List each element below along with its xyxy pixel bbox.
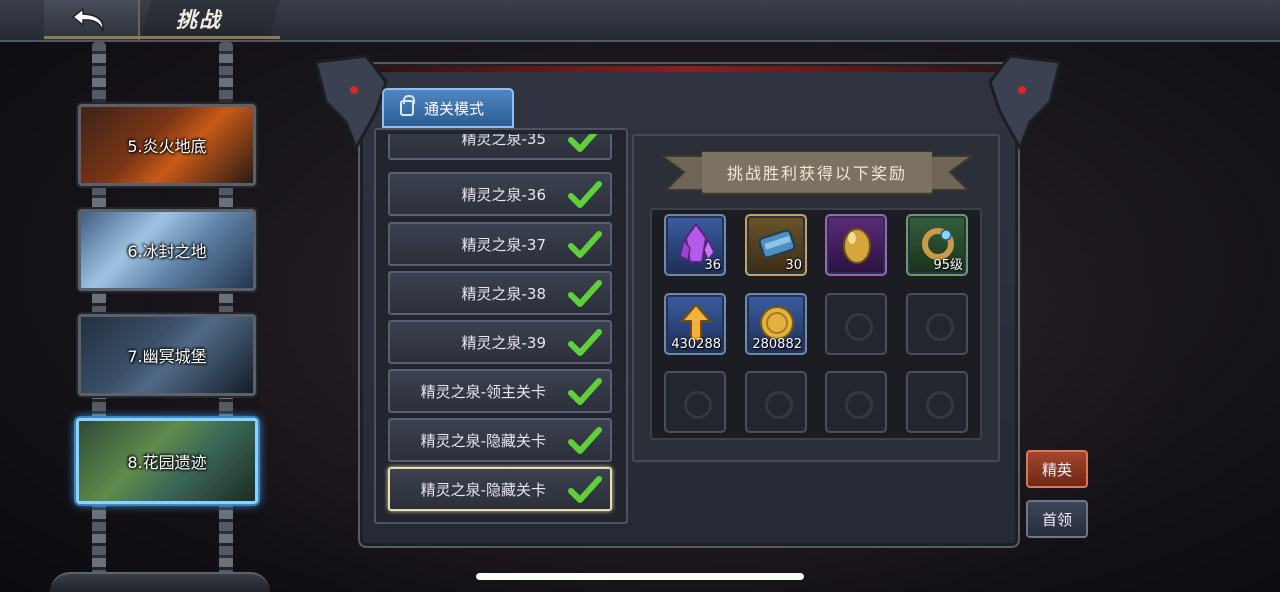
check-icon	[568, 280, 602, 307]
empty-reward-slot	[825, 371, 887, 433]
level-item[interactable]: 精灵之泉-35	[388, 134, 612, 160]
check-icon	[568, 329, 602, 356]
golden-egg-icon	[843, 228, 871, 264]
back-button[interactable]	[44, 0, 140, 40]
reward-quantity: 430288	[671, 337, 721, 352]
check-icon	[568, 181, 602, 208]
reward-quantity: 280882	[752, 337, 802, 352]
reward-slot[interactable]	[825, 214, 887, 276]
level-label: 精灵之泉-隐藏关卡	[420, 480, 546, 499]
level-item[interactable]: 精灵之泉-领主关卡	[388, 369, 612, 413]
reward-slot[interactable]: 280882	[745, 293, 807, 355]
level-label: 精灵之泉-35	[461, 134, 547, 148]
back-arrow-icon	[71, 7, 104, 32]
empty-reward-slot	[906, 293, 968, 355]
level-label: 精灵之泉-36	[461, 185, 547, 204]
level-label: 精灵之泉-38	[461, 284, 547, 303]
level-list[interactable]: 精灵之泉-35 精灵之泉-36 精灵之泉-37 精灵之泉-38 精灵之泉-39 …	[384, 134, 620, 520]
reward-quantity: 30	[785, 258, 802, 273]
level-item[interactable]: 精灵之泉-隐藏关卡	[388, 418, 612, 462]
check-icon	[568, 378, 602, 405]
clear-mode-tab[interactable]: 通关模式	[382, 88, 514, 128]
empty-reward-slot	[825, 293, 887, 355]
panel-top-trim	[360, 66, 1020, 72]
bottom-arch	[50, 572, 270, 592]
empty-reward-slot	[906, 371, 968, 433]
level-label: 精灵之泉-隐藏关卡	[420, 431, 546, 450]
title-underline	[44, 36, 280, 39]
reward-banner-text: 挑战胜利获得以下奖励	[726, 164, 907, 183]
level-item[interactable]: 精灵之泉-38	[388, 271, 612, 315]
region-label: 5.炎火地底	[127, 137, 207, 156]
reward-slot[interactable]: 430288	[664, 293, 726, 355]
check-icon	[568, 427, 602, 454]
empty-reward-slot	[664, 371, 726, 433]
level-label: 精灵之泉-37	[461, 235, 547, 254]
check-icon	[568, 134, 598, 152]
elite-button[interactable]: 精英	[1026, 450, 1088, 488]
level-item[interactable]: 精灵之泉-37	[388, 222, 612, 266]
check-icon	[568, 476, 602, 503]
lock-icon	[400, 95, 415, 116]
boss-button[interactable]: 首领	[1026, 500, 1088, 538]
level-label: 精灵之泉-39	[461, 333, 547, 352]
check-icon	[568, 231, 602, 258]
region-label: 7.幽冥城堡	[127, 347, 207, 366]
level-item-selected[interactable]: 精灵之泉-隐藏关卡	[388, 467, 612, 511]
empty-reward-slot	[745, 371, 807, 433]
page-title: 挑战	[176, 8, 222, 32]
reward-slot[interactable]: 30	[745, 214, 807, 276]
region-card-8-selected[interactable]: 8.花园遗迹	[76, 418, 258, 504]
level-item[interactable]: 精灵之泉-36	[388, 172, 612, 216]
clear-mode-label: 通关模式	[424, 99, 485, 118]
region-card-6[interactable]: 6.冰封之地	[78, 209, 256, 291]
reward-slot[interactable]: 36	[664, 214, 726, 276]
home-indicator[interactable]	[476, 573, 804, 580]
reward-slot[interactable]: 95级	[906, 214, 968, 276]
level-item[interactable]: 精灵之泉-39	[388, 320, 612, 364]
region-card-5[interactable]: 5.炎火地底	[78, 104, 256, 186]
region-card-7[interactable]: 7.幽冥城堡	[78, 314, 256, 396]
reward-quantity: 95级	[933, 258, 963, 273]
reward-quantity: 36	[704, 258, 721, 273]
level-label: 精灵之泉-领主关卡	[420, 382, 546, 401]
region-label: 8.花园遗迹	[127, 453, 207, 472]
region-label: 6.冰封之地	[127, 242, 207, 261]
